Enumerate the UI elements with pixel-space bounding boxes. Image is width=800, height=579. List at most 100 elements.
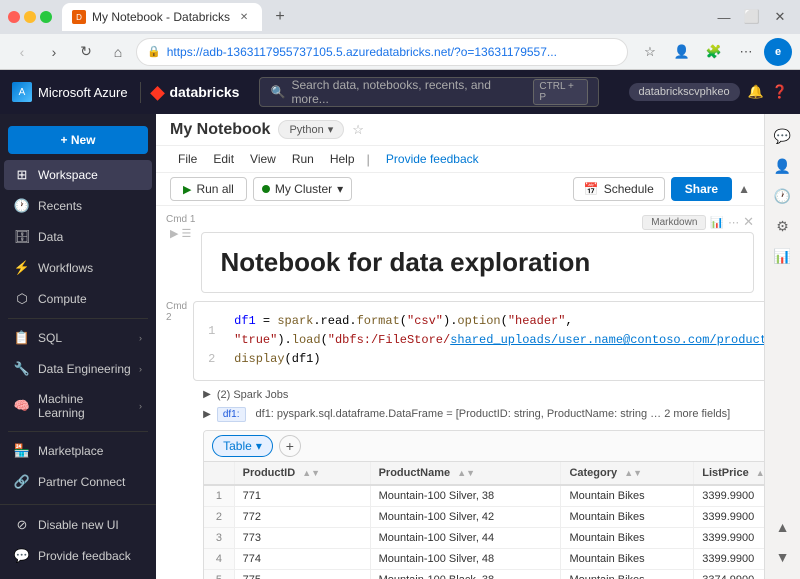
col-header-listprice[interactable]: ListPrice ▲▼ [694,462,764,485]
run-all-button[interactable]: ▶ Run all [170,177,247,201]
databricks-label: databricks [169,84,239,100]
notifications-icon[interactable]: 🔔 [748,84,764,100]
sidebar-item-sql[interactable]: 📋 SQL › [4,323,152,353]
edge-icon[interactable]: e [764,38,792,66]
partner-connect-icon: 🔗 [14,474,30,490]
comments-icon[interactable]: 💬 [769,122,797,150]
cell-1-menu-icon[interactable]: ☰ [182,227,192,240]
forward-button[interactable]: › [40,38,68,66]
sidebar-item-machine-learning[interactable]: 🧠 Machine Learning › [4,385,152,427]
star-icon[interactable]: ☆ [352,122,364,138]
extensions-button[interactable]: 🧩 [700,38,728,66]
help-icon[interactable]: ❓ [772,84,788,100]
share-button[interactable]: Share [671,177,732,201]
sidebar-item-provide-feedback[interactable]: 💬 Provide feedback [4,541,152,571]
col-header-productid[interactable]: ProductID ▲▼ [234,462,370,485]
new-button[interactable]: + New [8,126,148,154]
cell-productid: 773 [234,527,370,548]
new-label: + New [60,133,95,147]
cell-cmd-2: Cmd 2 1 df1 = spark.read.format("csv").o… [156,299,764,579]
browser-restore-icon[interactable]: ⬜ [740,5,764,29]
cell-1-more-icon[interactable]: ⋯ [728,216,739,229]
menu-help[interactable]: Help [322,148,363,170]
bookmark-button[interactable]: ☆ [636,38,664,66]
cell-listprice: 3399.9900 [694,548,764,569]
tab-favicon: D [72,10,86,24]
home-button[interactable]: ⌂ [104,38,132,66]
menu-edit[interactable]: Edit [205,148,242,170]
cell-2-label: Cmd 2 [166,301,187,323]
sidebar-item-disable-new-ui[interactable]: ⊘ Disable new UI [4,510,152,540]
table-tab-chevron-icon: ▾ [256,439,262,453]
sidebar-recents-label: Recents [38,199,82,213]
markdown-badge: Markdown [642,215,706,230]
search-icon: 🔍 [270,85,285,99]
window-close-btn[interactable] [8,11,20,23]
menu-file[interactable]: File [170,148,205,170]
sidebar-item-collapse-menu[interactable]: ◁ Collapse menu [4,572,152,579]
search-placeholder: Search data, notebooks, recents, and mor… [291,78,527,106]
top-bar: A Microsoft Azure ◆ databricks 🔍 Search … [0,70,800,114]
cell-1-chart-icon[interactable]: 📊 [710,216,724,229]
person-icon[interactable]: 👤 [769,152,797,180]
settings-right-icon[interactable]: ⚙ [769,212,797,240]
schedule-button[interactable]: 📅 Schedule [573,177,665,201]
cluster-selector[interactable]: My Cluster ▾ [253,177,352,201]
productid-sort-icon: ▲▼ [302,468,320,478]
menu-view[interactable]: View [242,148,284,170]
recents-icon: 🕐 [14,198,30,214]
cell-2-code[interactable]: 1 df1 = spark.read.format("csv").option(… [193,301,764,381]
search-bar[interactable]: 🔍 Search data, notebooks, recents, and m… [259,77,599,107]
col-header-productname[interactable]: ProductName ▲▼ [370,462,561,485]
address-bar[interactable]: 🔒 https://adb-1363117955737105.5.azureda… [136,38,628,66]
azure-label: Microsoft Azure [38,85,128,100]
tab-close-button[interactable]: ✕ [236,9,252,25]
reload-button[interactable]: ↻ [72,38,100,66]
window-minimize-btn[interactable] [24,11,36,23]
menu-feedback-link[interactable]: Provide feedback [378,148,487,170]
add-visualization-button[interactable]: + [279,435,301,457]
cell-1-close-icon[interactable]: ✕ [743,214,754,230]
sidebar-item-marketplace[interactable]: 🏪 Marketplace [4,436,152,466]
sidebar-item-workflows[interactable]: ⚡ Workflows [4,253,152,283]
sql-icon: 📋 [14,330,30,346]
sidebar-item-data[interactable]: 🗄 Data [4,222,152,252]
back-button[interactable]: ‹ [8,38,36,66]
scroll-down-icon[interactable]: ▼ [769,543,797,571]
table-row: 5 775 Mountain-100 Black, 38 Mountain Bi… [204,569,764,579]
col-header-category[interactable]: Category ▲▼ [561,462,694,485]
sidebar-item-workspace[interactable]: ⊞ Workspace [4,160,152,190]
new-tab-button[interactable]: + [268,5,292,29]
databricks-logo: ◆ databricks [140,82,240,103]
sidebar-item-data-engineering[interactable]: 🔧 Data Engineering › [4,354,152,384]
window-maximize-btn[interactable] [40,11,52,23]
sidebar-item-partner-connect[interactable]: 🔗 Partner Connect [4,467,152,497]
sidebar-item-compute[interactable]: ⬡ Compute [4,284,152,314]
settings-button[interactable]: ⋯ [732,38,760,66]
scroll-up-icon[interactable]: ▲ [769,513,797,541]
table-tab[interactable]: Table ▾ [212,435,273,457]
notebook-toolbar: ▶ Run all My Cluster ▾ 📅 Schedule Share [156,173,764,206]
line-num-1: 1 [208,322,220,341]
cell-1-toggle-icon[interactable]: ▶ [170,227,178,240]
menu-run[interactable]: Run [284,148,322,170]
cluster-status-dot [262,185,270,193]
sidebar-bottom: ⊘ Disable new UI 💬 Provide feedback ◁ Co… [0,504,156,579]
sidebar-item-recents[interactable]: 🕐 Recents [4,191,152,221]
productname-sort-icon: ▲▼ [457,468,475,478]
disable-ui-icon: ⊘ [14,517,30,533]
azure-icon: A [12,82,32,102]
cell-rownum: 2 [204,506,234,527]
collapse-toolbar-icon[interactable]: ▲ [738,182,750,196]
browser-tab[interactable]: D My Notebook - Databricks ✕ [62,3,262,31]
browser-close-icon[interactable]: ✕ [768,5,792,29]
feedback-label: Provide feedback [38,549,131,563]
history-icon[interactable]: 🕐 [769,182,797,210]
notebook-title: My Notebook [170,121,270,139]
chart-right-icon[interactable]: 📊 [769,242,797,270]
sidebar-divider-2 [8,431,148,432]
profile-button[interactable]: 👤 [668,38,696,66]
browser-minimize-icon[interactable]: — [712,5,736,29]
spark-jobs-row[interactable]: ▶ (2) Spark Jobs [193,385,764,405]
kernel-badge[interactable]: Python ▾ [278,120,344,139]
